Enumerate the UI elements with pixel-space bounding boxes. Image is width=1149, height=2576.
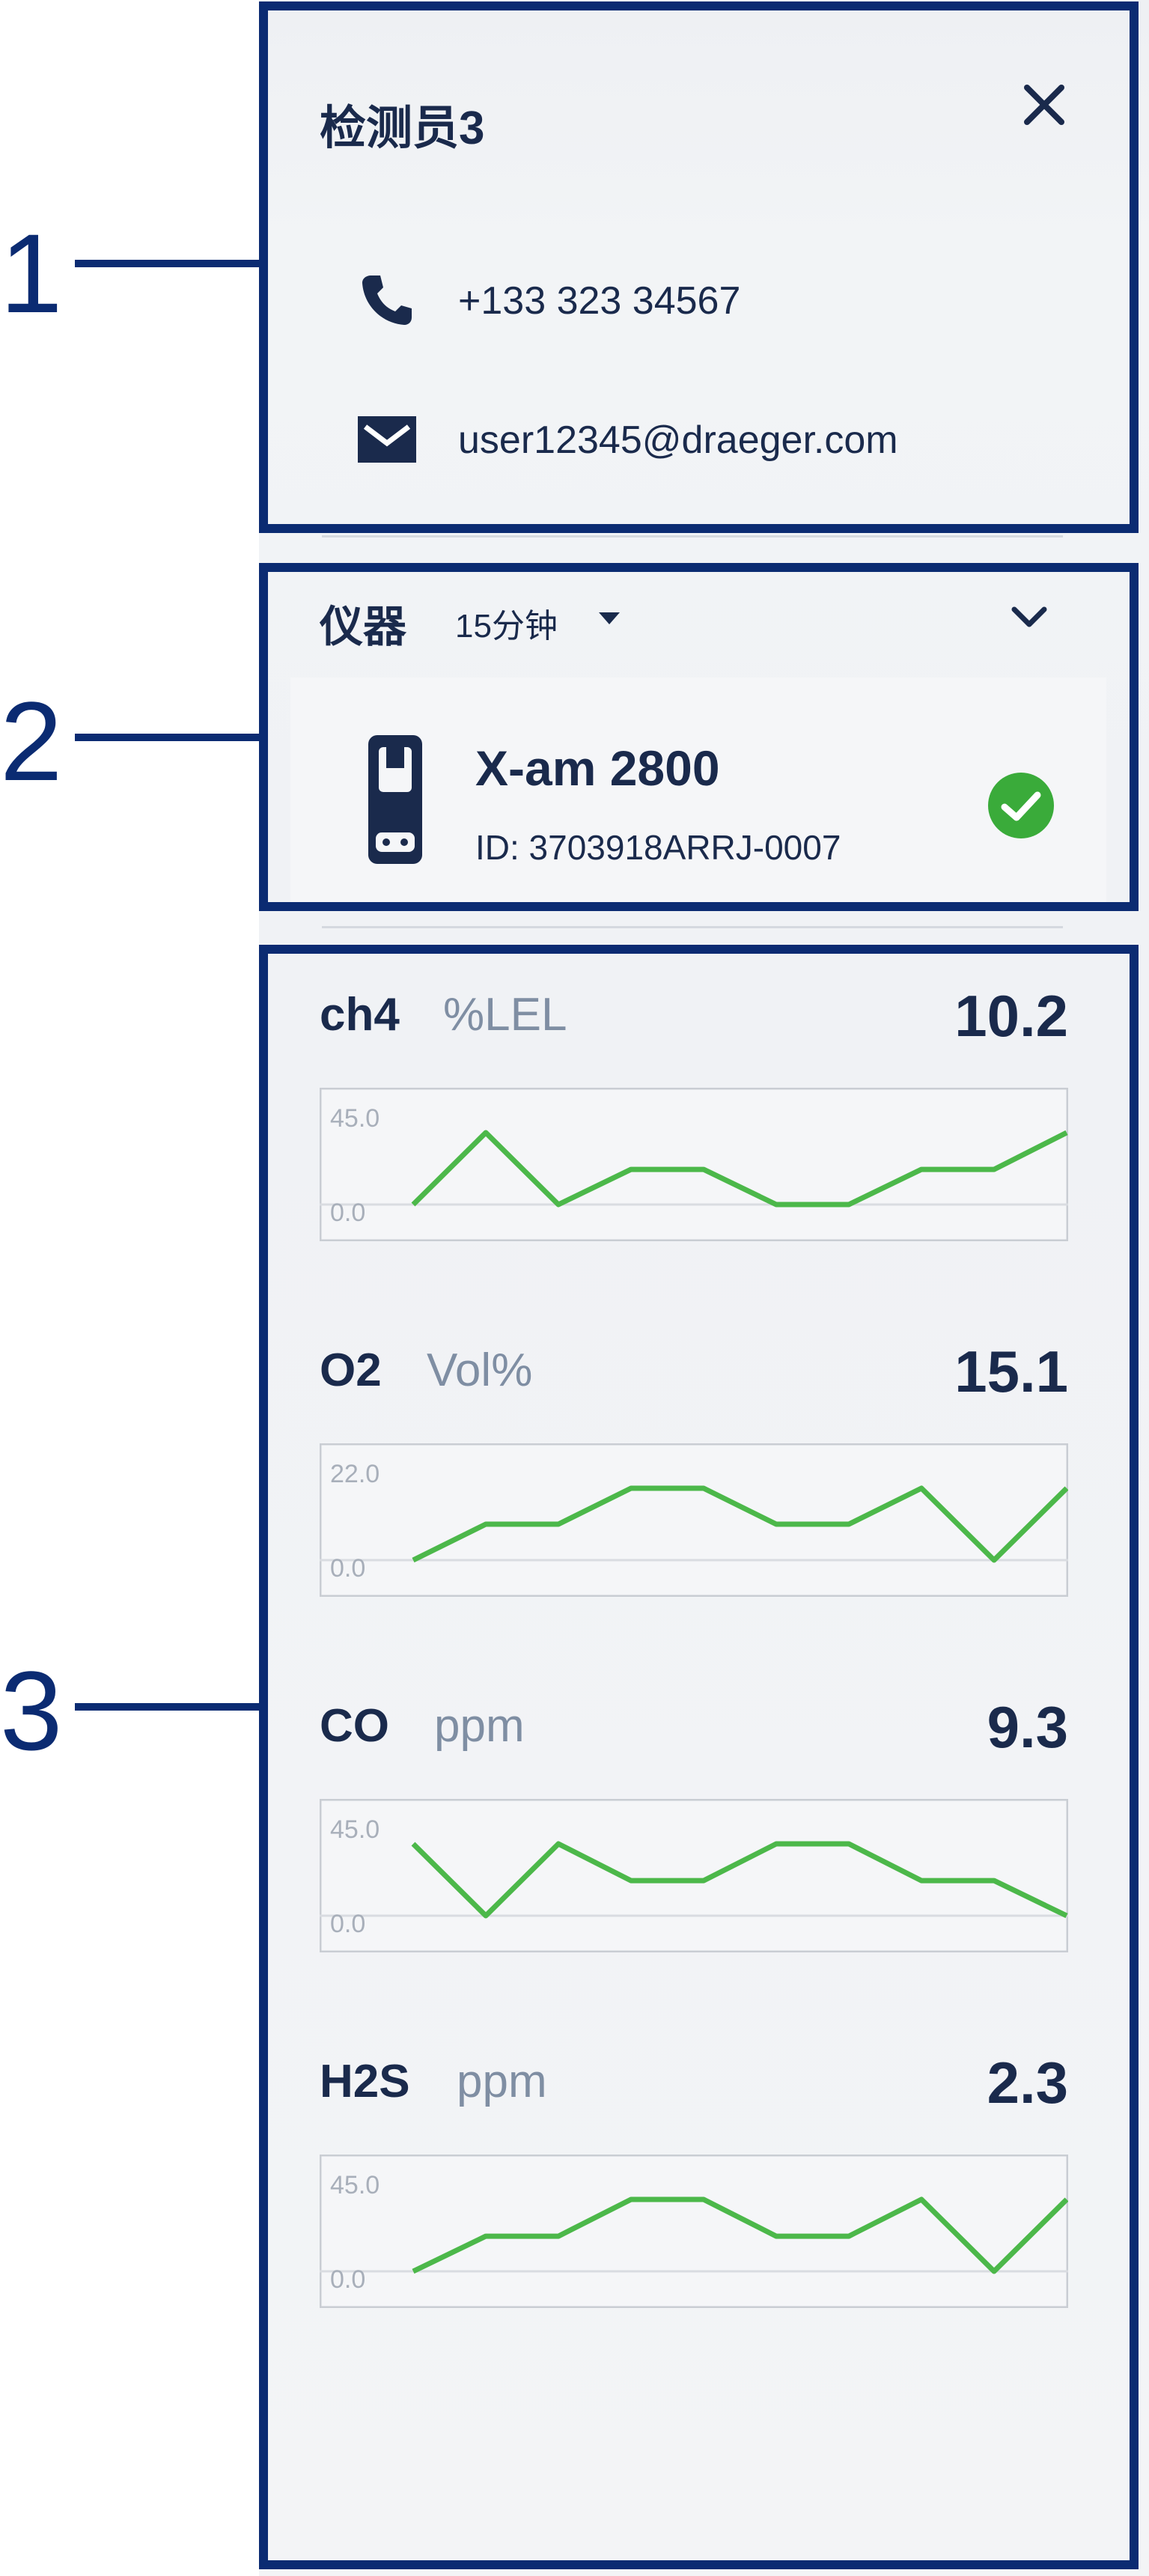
annotation-frame-1 bbox=[259, 1, 1139, 533]
annotation-frame-3 bbox=[259, 945, 1139, 2569]
callout-3: 3 bbox=[0, 1648, 63, 1773]
callout-2: 2 bbox=[0, 678, 63, 804]
divider-1 bbox=[322, 535, 1063, 538]
callout-3-leader bbox=[75, 1703, 262, 1711]
annotation-frame-2 bbox=[259, 563, 1139, 911]
callout-1-leader bbox=[75, 260, 262, 267]
callout-1: 1 bbox=[0, 210, 63, 336]
callout-2-leader bbox=[75, 734, 262, 741]
divider-2 bbox=[322, 926, 1063, 928]
